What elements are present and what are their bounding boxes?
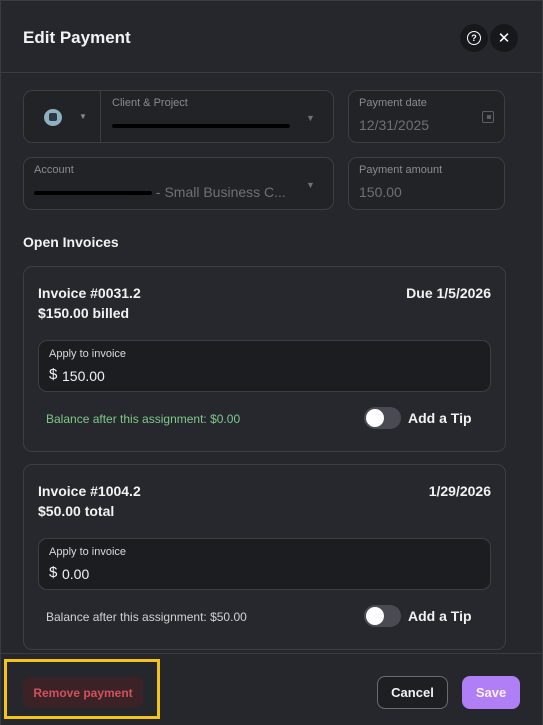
redaction-mark	[112, 124, 290, 129]
client-project-label: Client & Project	[112, 97, 188, 109]
redaction-mark	[34, 191, 152, 196]
apply-to-invoice-label: Apply to invoice	[49, 348, 127, 360]
cancel-button[interactable]: Cancel	[377, 676, 448, 709]
highlight-box	[4, 659, 160, 719]
apply-amount-value[interactable]: 150.00	[62, 368, 105, 384]
help-button[interactable]: ?	[460, 24, 488, 52]
payment-amount-value: 150.00	[359, 184, 402, 200]
payment-date-value: 12/31/2025	[359, 117, 430, 133]
save-button[interactable]: Save	[462, 676, 520, 709]
account-select[interactable]: Account - Small Business C... ▼	[23, 157, 334, 210]
balance-after-assignment: Balance after this assignment: $0.00	[46, 412, 241, 426]
payment-date-label: Payment date	[359, 97, 427, 109]
client-icon-picker[interactable]: ▼	[24, 91, 101, 142]
add-tip-label: Add a Tip	[408, 608, 472, 624]
apply-to-invoice-input[interactable]: Apply to invoice $ 0.00	[38, 538, 491, 590]
invoice-card: Invoice #1004.2 1/29/2026 $50.00 total A…	[23, 464, 506, 650]
question-circle-icon: ?	[467, 31, 481, 45]
currency-symbol: $	[49, 564, 58, 581]
chevron-down-icon: ▼	[79, 112, 87, 121]
add-tip-label: Add a Tip	[408, 410, 472, 426]
balance-after-assignment: Balance after this assignment: $50.00	[46, 610, 247, 624]
apply-to-invoice-input[interactable]: Apply to invoice $ 150.00	[38, 340, 491, 392]
edit-payment-dialog: Edit Payment ? ✕ ▼ Client & Project ▼ Pa…	[0, 0, 543, 725]
account-label: Account	[34, 164, 74, 176]
chevron-down-icon: ▼	[306, 113, 315, 123]
open-invoices-heading: Open Invoices	[23, 234, 119, 250]
invoice-due-date: 1/29/2026	[428, 483, 491, 499]
briefcase-icon	[44, 109, 62, 126]
client-project-value	[112, 117, 290, 133]
client-project-select[interactable]: ▼ Client & Project ▼	[23, 90, 334, 143]
payment-amount-field[interactable]: Payment amount 150.00	[348, 157, 505, 210]
close-button[interactable]: ✕	[490, 24, 518, 52]
invoice-card: Invoice #0031.2 Due 1/5/2026 $150.00 bil…	[23, 266, 506, 452]
invoice-amount: $150.00 billed	[38, 305, 130, 321]
invoice-number: Invoice #0031.2	[38, 285, 141, 301]
calendar-icon[interactable]	[482, 111, 494, 123]
payment-date-field[interactable]: Payment date 12/31/2025	[348, 90, 505, 143]
invoice-number: Invoice #1004.2	[38, 483, 141, 499]
invoice-amount: $50.00 total	[38, 503, 115, 519]
dialog-header: Edit Payment ? ✕	[1, 1, 542, 73]
close-icon: ✕	[497, 30, 511, 47]
invoice-due-date: Due 1/5/2026	[406, 285, 491, 301]
account-value: - Small Business C...	[34, 184, 286, 200]
add-tip-toggle[interactable]	[364, 605, 401, 627]
dialog-title: Edit Payment	[23, 28, 131, 47]
currency-symbol: $	[49, 366, 58, 383]
apply-amount-value[interactable]: 0.00	[62, 566, 89, 582]
add-tip-toggle[interactable]	[364, 407, 401, 429]
chevron-down-icon: ▼	[306, 180, 315, 190]
apply-to-invoice-label: Apply to invoice	[49, 546, 127, 558]
payment-amount-label: Payment amount	[359, 164, 443, 176]
